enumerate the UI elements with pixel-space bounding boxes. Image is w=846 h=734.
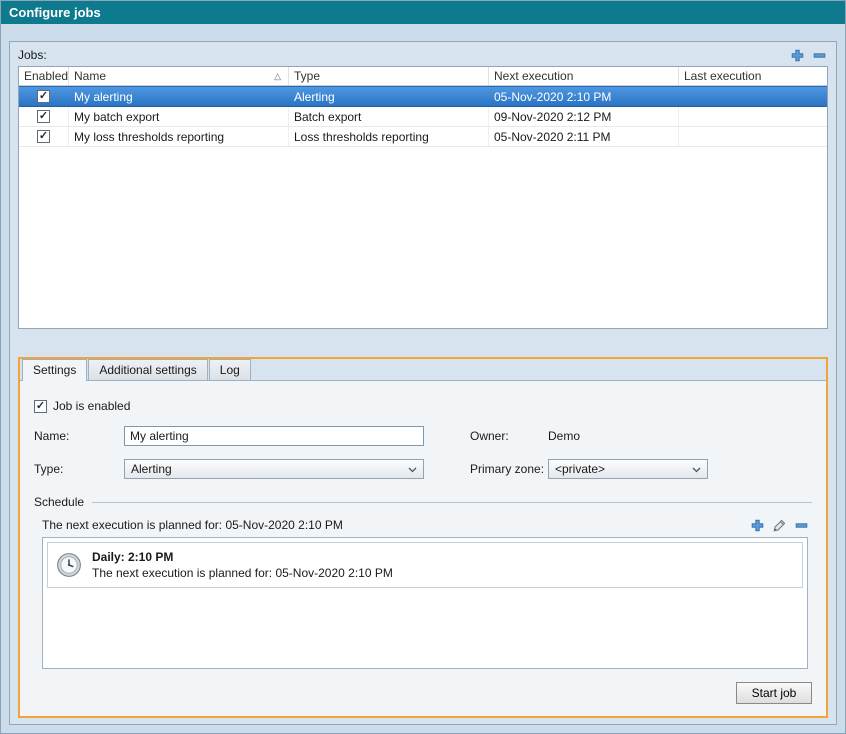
column-header-next-execution[interactable]: Next execution [489, 67, 679, 85]
primary-zone-dropdown-value: <private> [555, 462, 605, 476]
schedule-list: Daily: 2:10 PM The next execution is pla… [42, 537, 808, 669]
jobs-table-header: Enabled Name △ Type Next execution Last … [19, 67, 827, 86]
schedule-entry-subtitle: The next execution is planned for: 05-No… [92, 566, 393, 580]
job-last-execution-cell [679, 107, 827, 126]
chevron-down-icon [692, 462, 701, 476]
tab-label: Log [220, 363, 240, 377]
remove-schedule-icon[interactable] [794, 518, 808, 532]
job-enabled-checkbox[interactable]: ✓ [37, 130, 50, 143]
jobs-table: Enabled Name △ Type Next execution Last … [18, 66, 828, 329]
add-job-icon[interactable] [790, 48, 804, 62]
job-last-execution-cell [679, 87, 827, 106]
primary-zone-dropdown[interactable]: <private> [548, 459, 708, 479]
name-input[interactable] [124, 426, 424, 446]
edit-schedule-icon[interactable] [772, 518, 786, 532]
settings-tab-content: ✓ Job is enabled Name: Owner: Demo Type:… [20, 380, 826, 716]
owner-value: Demo [548, 429, 580, 443]
type-dropdown-value: Alerting [131, 462, 172, 476]
job-enabled-cell: ✓ [19, 127, 69, 146]
column-header-last-execution[interactable]: Last execution [679, 67, 827, 85]
column-header-type[interactable]: Type [289, 67, 489, 85]
job-next-execution-cell: 05-Nov-2020 2:10 PM [489, 87, 679, 106]
table-row[interactable]: ✓ My alerting Alerting 05-Nov-2020 2:10 … [19, 86, 827, 107]
start-job-button[interactable]: Start job [736, 682, 812, 704]
job-details-panel: Settings Additional settings Log ✓ Job i… [18, 357, 828, 718]
type-label: Type: [34, 462, 124, 476]
column-header-enabled[interactable]: Enabled [19, 67, 69, 85]
sort-ascending-icon: △ [274, 71, 283, 82]
remove-job-icon[interactable] [812, 48, 826, 62]
owner-label: Owner: [470, 429, 548, 443]
tab-label: Additional settings [99, 363, 196, 377]
job-type-cell: Loss thresholds reporting [289, 127, 489, 146]
job-name-cell: My batch export [69, 107, 289, 126]
type-dropdown[interactable]: Alerting [124, 459, 424, 479]
tab-settings[interactable]: Settings [22, 359, 87, 381]
add-schedule-icon[interactable] [750, 518, 764, 532]
jobs-table-empty-area [19, 147, 827, 328]
job-enabled-checkbox[interactable]: ✓ [37, 90, 50, 103]
column-header-name[interactable]: Name △ [69, 67, 289, 85]
job-enabled-cell: ✓ [19, 107, 69, 126]
job-is-enabled-label: Job is enabled [53, 399, 130, 413]
job-name-cell: My alerting [69, 87, 289, 106]
primary-zone-label: Primary zone: [470, 462, 548, 476]
job-next-execution-cell: 09-Nov-2020 2:12 PM [489, 107, 679, 126]
table-row[interactable]: ✓ My loss thresholds reporting Loss thre… [19, 127, 827, 147]
chevron-down-icon [408, 462, 417, 476]
configure-jobs-panel: Jobs: Enabled Name △ Type Next execution [9, 41, 837, 725]
job-enabled-cell: ✓ [19, 87, 69, 106]
tab-label: Settings [33, 363, 76, 377]
details-tab-bar: Settings Additional settings Log [20, 359, 826, 380]
job-type-cell: Alerting [289, 87, 489, 106]
job-enabled-checkbox[interactable]: ✓ [37, 110, 50, 123]
clock-icon [56, 552, 82, 578]
schedule-group-rule [92, 502, 812, 503]
job-last-execution-cell [679, 127, 827, 146]
job-type-cell: Batch export [289, 107, 489, 126]
job-name-cell: My loss thresholds reporting [69, 127, 289, 146]
jobs-label: Jobs: [18, 48, 47, 62]
schedule-entry-title: Daily: 2:10 PM [92, 550, 393, 564]
job-next-execution-cell: 05-Nov-2020 2:11 PM [489, 127, 679, 146]
tab-additional-settings[interactable]: Additional settings [88, 359, 207, 380]
schedule-entry[interactable]: Daily: 2:10 PM The next execution is pla… [47, 542, 803, 588]
name-label: Name: [34, 429, 124, 443]
window-title: Configure jobs [1, 1, 845, 24]
schedule-group-label: Schedule [34, 495, 84, 509]
jobs-table-body: ✓ My alerting Alerting 05-Nov-2020 2:10 … [19, 86, 827, 147]
schedule-next-execution-text: The next execution is planned for: 05-No… [42, 518, 343, 532]
tab-log[interactable]: Log [209, 359, 251, 380]
job-is-enabled-checkbox[interactable]: ✓ [34, 400, 47, 413]
table-row[interactable]: ✓ My batch export Batch export 09-Nov-20… [19, 107, 827, 127]
